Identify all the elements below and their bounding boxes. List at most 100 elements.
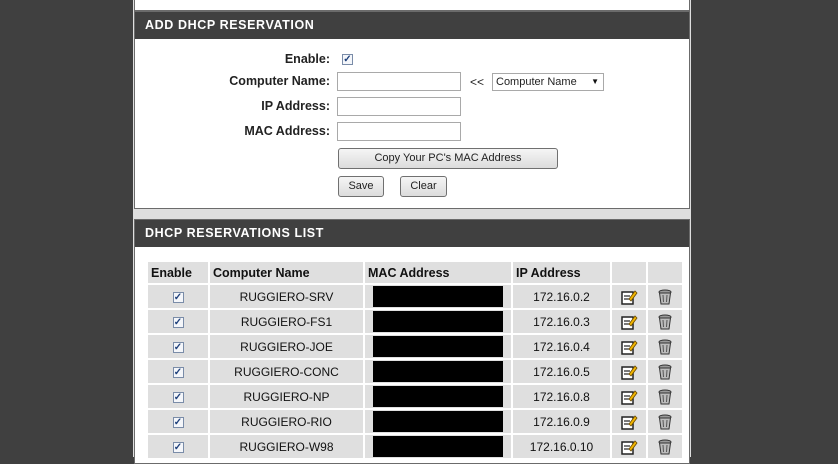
redacted-mac-address [373,286,503,307]
redacted-mac-address [373,361,503,382]
trash-icon[interactable] [656,388,674,406]
edit-icon[interactable] [620,363,638,381]
row-delete-cell [648,335,682,358]
row-computer-name: RUGGIERO-W98 [210,435,363,458]
row-enable-checkbox[interactable]: ✓ [172,316,184,328]
row-enable-checkbox[interactable]: ✓ [172,391,184,403]
edit-icon[interactable] [620,288,638,306]
row-enable-checkbox[interactable]: ✓ [172,366,184,378]
table-row: ✓ RUGGIERO-JOE 172.16.0.4 [148,335,682,358]
computer-name-select[interactable]: Computer Name ▼ [492,73,604,91]
table-row: ✓ RUGGIERO-CONC 172.16.0.5 [148,360,682,383]
row-enable-cell: ✓ [148,335,208,358]
copy-name-arrows: << [470,75,485,89]
row-edit-cell [612,385,646,408]
trash-icon[interactable] [656,363,674,381]
row-mac-cell [365,410,511,433]
reservations-list-title: DHCP RESERVATIONS LIST [135,220,689,247]
row-enable-checkbox[interactable]: ✓ [172,416,184,428]
row-edit-cell [612,435,646,458]
row-enable-cell: ✓ [148,285,208,308]
trash-icon[interactable] [656,313,674,331]
main-content-panel: ADD DHCP RESERVATION Enable: ✓ Computer … [133,0,691,464]
row-ip-address: 172.16.0.9 [513,410,610,433]
row-delete-cell [648,285,682,308]
row-enable-cell: ✓ [148,360,208,383]
mac-address-input[interactable] [337,122,461,141]
col-edit [612,262,646,283]
clear-button[interactable]: Clear [400,176,447,197]
trash-icon[interactable] [656,288,674,306]
row-ip-address: 172.16.0.5 [513,360,610,383]
enable-checkbox[interactable]: ✓ [342,54,353,65]
row-edit-cell [612,310,646,333]
reservations-list-section: DHCP RESERVATIONS LIST Enable Computer N… [134,219,690,464]
row-computer-name: RUGGIERO-NP [210,385,363,408]
computer-name-select-value: Computer Name [496,76,577,88]
save-button[interactable]: Save [338,176,384,197]
table-row: ✓ RUGGIERO-NP 172.16.0.8 [148,385,682,408]
row-ip-address: 172.16.0.8 [513,385,610,408]
ip-address-input[interactable] [337,97,461,116]
row-ip-address: 172.16.0.2 [513,285,610,308]
row-computer-name: RUGGIERO-FS1 [210,310,363,333]
row-mac-cell [365,310,511,333]
col-ip-address: IP Address [513,262,610,283]
computer-name-row: Computer Name: [135,71,330,91]
reservations-table: Enable Computer Name MAC Address IP Addr… [146,260,684,460]
row-ip-address: 172.16.0.10 [513,435,610,458]
row-enable-checkbox[interactable]: ✓ [172,291,184,303]
row-edit-cell [612,335,646,358]
row-enable-cell: ✓ [148,385,208,408]
table-row: ✓ RUGGIERO-RIO 172.16.0.9 [148,410,682,433]
table-row: ✓ RUGGIERO-FS1 172.16.0.3 [148,310,682,333]
trash-icon[interactable] [656,438,674,456]
trash-icon[interactable] [656,413,674,431]
row-computer-name: RUGGIERO-CONC [210,360,363,383]
copy-mac-button[interactable]: Copy Your PC's MAC Address [338,148,558,169]
add-reservation-title: ADD DHCP RESERVATION [135,12,689,39]
row-mac-cell [365,360,511,383]
row-delete-cell [648,435,682,458]
row-delete-cell [648,385,682,408]
add-reservation-section: ADD DHCP RESERVATION Enable: ✓ Computer … [134,11,690,209]
redacted-mac-address [373,411,503,432]
trash-icon[interactable] [656,338,674,356]
computer-name-input[interactable] [337,72,461,91]
table-row: ✓ RUGGIERO-W98 172.16.0.10 [148,435,682,458]
edit-icon[interactable] [620,338,638,356]
computer-name-label: Computer Name: [229,74,330,88]
edit-icon[interactable] [620,388,638,406]
row-mac-cell [365,285,511,308]
mac-address-label: MAC Address: [244,124,330,138]
enable-row: Enable: [135,49,330,69]
row-delete-cell [648,360,682,383]
row-mac-cell [365,435,511,458]
ip-address-label: IP Address: [261,99,330,113]
row-mac-cell [365,385,511,408]
row-ip-address: 172.16.0.4 [513,335,610,358]
edit-icon[interactable] [620,438,638,456]
row-mac-cell [365,335,511,358]
previous-section-edge [134,0,690,11]
redacted-mac-address [373,311,503,332]
row-delete-cell [648,310,682,333]
row-edit-cell [612,360,646,383]
edit-icon[interactable] [620,413,638,431]
row-edit-cell [612,410,646,433]
row-computer-name: RUGGIERO-JOE [210,335,363,358]
chevron-down-icon: ▼ [591,77,599,86]
col-delete [648,262,682,283]
edit-icon[interactable] [620,313,638,331]
enable-label: Enable: [284,52,330,66]
row-edit-cell [612,285,646,308]
row-enable-checkbox[interactable]: ✓ [172,441,184,453]
row-enable-cell: ✓ [148,310,208,333]
row-enable-checkbox[interactable]: ✓ [172,341,184,353]
ip-row: IP Address: [135,96,330,116]
col-computer-name: Computer Name [210,262,363,283]
row-enable-cell: ✓ [148,410,208,433]
col-mac-address: MAC Address [365,262,511,283]
row-delete-cell [648,410,682,433]
table-row: ✓ RUGGIERO-SRV 172.16.0.2 [148,285,682,308]
